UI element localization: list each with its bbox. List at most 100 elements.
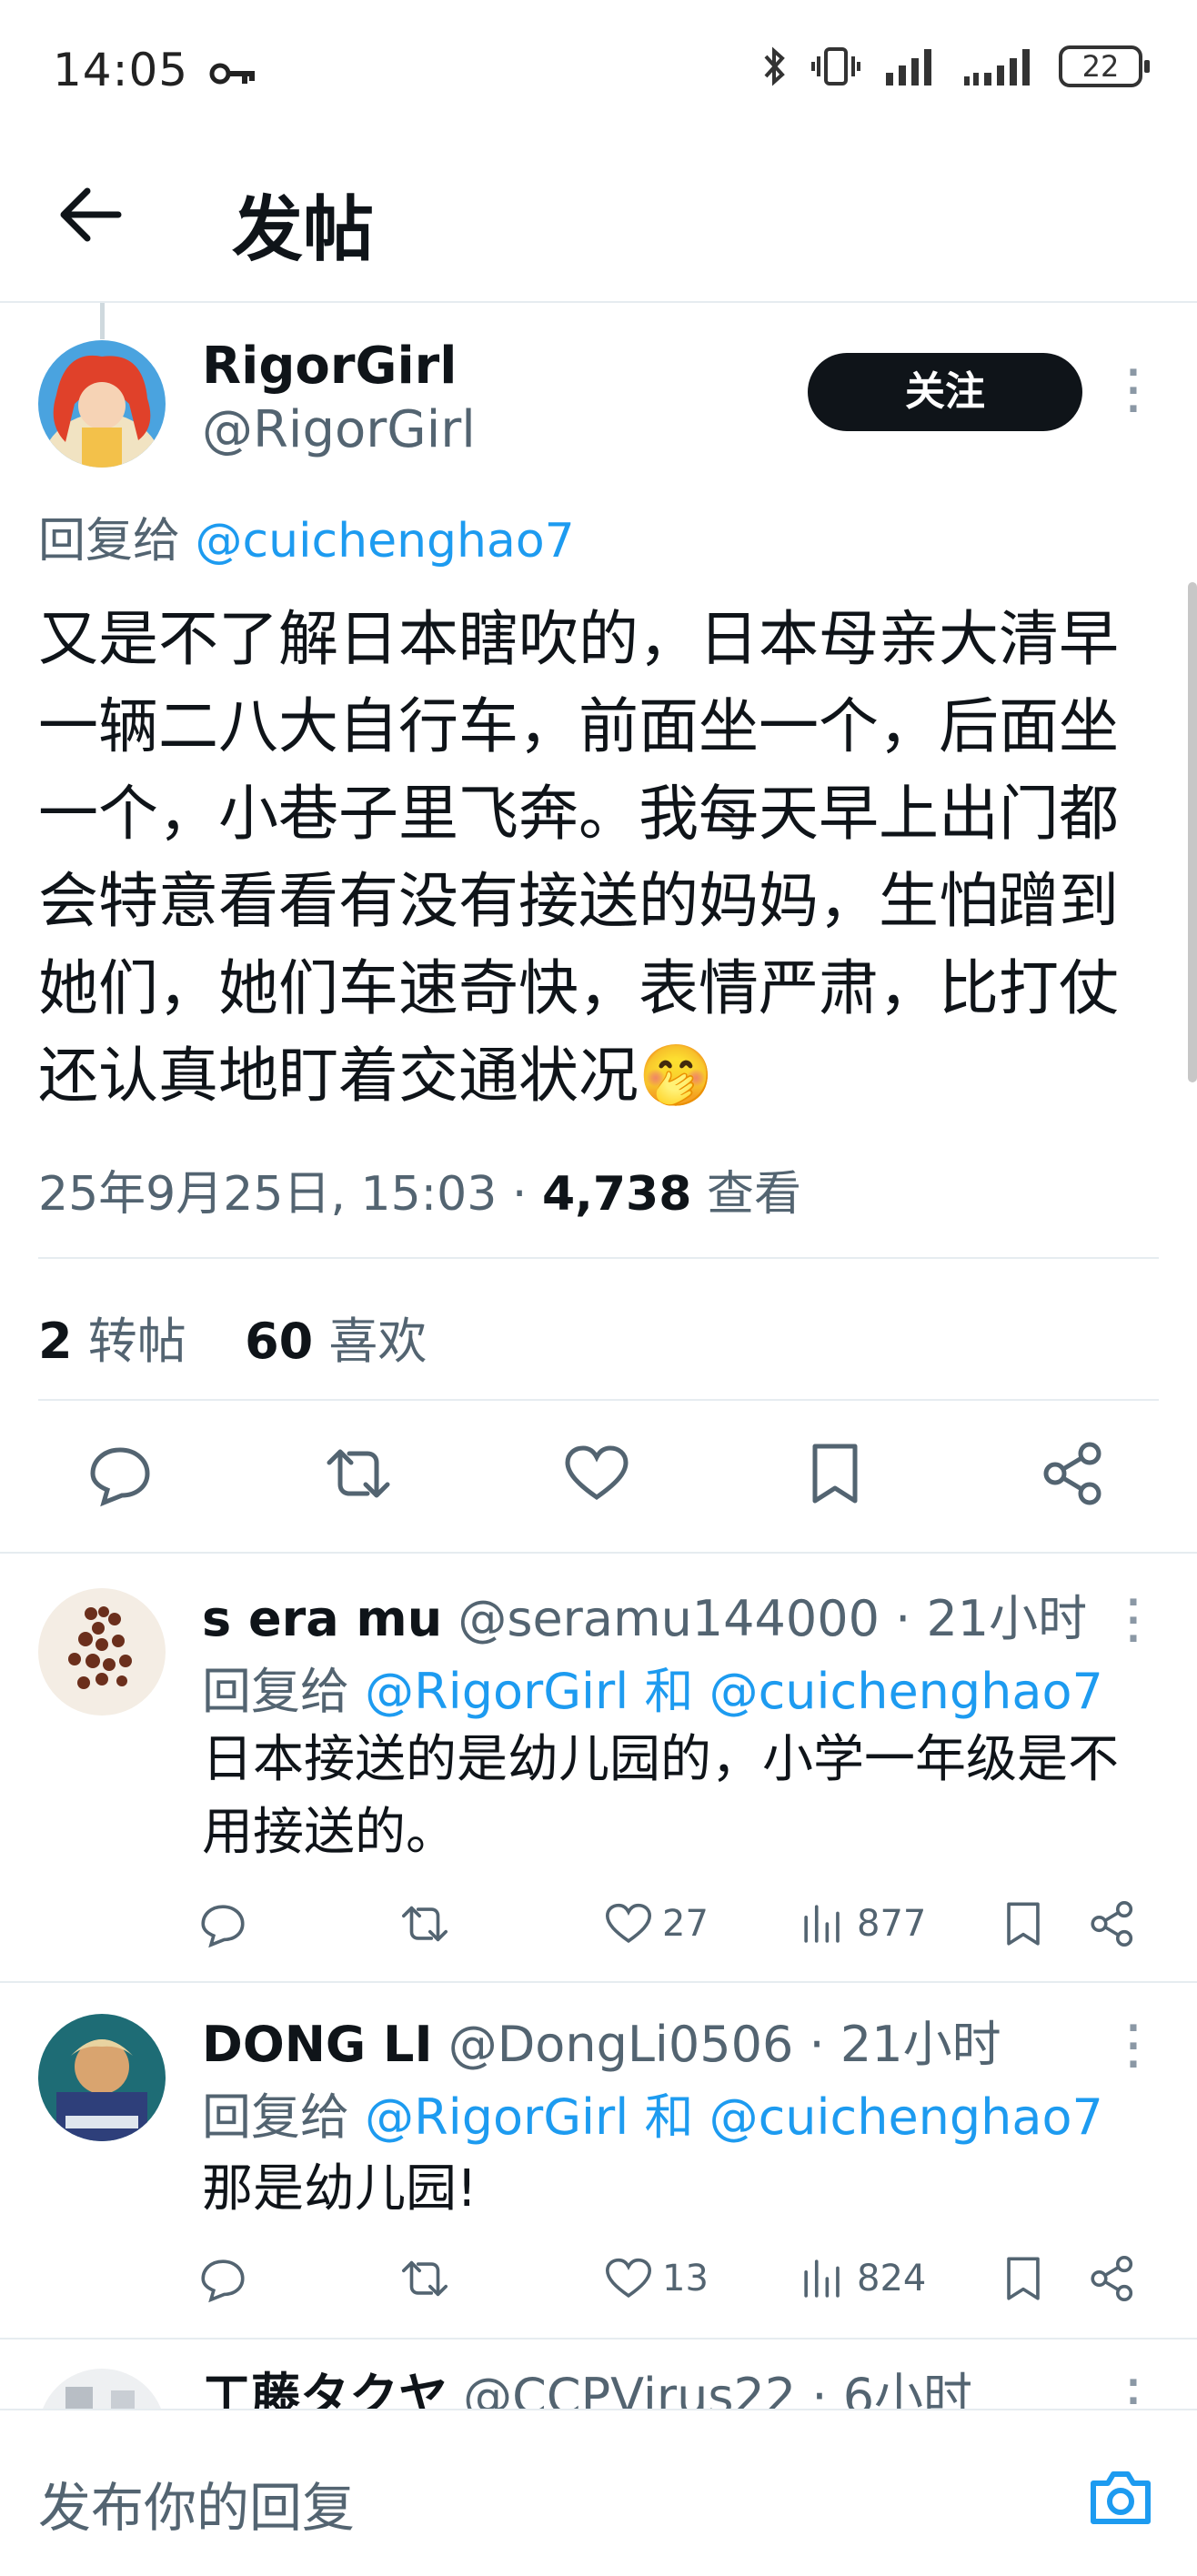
reply-icon [90, 1447, 150, 1507]
mention-link[interactable]: @cuichenghao7 [196, 514, 575, 569]
avatar[interactable] [38, 340, 166, 468]
like-icon [605, 2258, 652, 2299]
bookmark-icon [1007, 2257, 1040, 2300]
divider [0, 1552, 1197, 1554]
retweet-icon [401, 2260, 448, 2297]
views-icon [804, 2259, 840, 2298]
kebab-icon[interactable]: ··· [1122, 355, 1144, 428]
bookmark-button[interactable] [799, 1437, 871, 1510]
reply-button[interactable] [196, 1897, 249, 1950]
avatar[interactable] [38, 2014, 166, 2141]
divider [0, 2338, 1197, 2340]
reply-to: 回复给 @RigorGirl 和 @cuichenghao7 [202, 1651, 1103, 1723]
post-action-bar [0, 1437, 1197, 1510]
retweets-label[interactable]: 转帖 [88, 1313, 186, 1370]
mention-link[interactable]: @RigorGirl [365, 2088, 629, 2146]
reply-action-bar: 27 877 [0, 1897, 1197, 1952]
reply-text: 日本接送的是幼儿园的，小学一年级是不用接送的。 [202, 1730, 1119, 1862]
reply-to-prefix: 回复给 [202, 2088, 349, 2146]
divider [0, 1981, 1197, 1983]
reply-text: 那是幼儿园! [202, 2159, 478, 2219]
views-icon [804, 1905, 840, 1943]
bookmark-button[interactable] [997, 2252, 1050, 2305]
page-title: 发帖 [232, 189, 375, 271]
retweet-button[interactable] [398, 2252, 451, 2305]
views-button[interactable]: 824 [797, 2252, 926, 2305]
reply-handle[interactable]: @DongLi0506 [448, 2016, 794, 2073]
share-button[interactable] [1086, 1897, 1139, 1950]
like-button[interactable] [560, 1437, 633, 1510]
divider [38, 1399, 1159, 1401]
views-count: 877 [857, 1903, 927, 1945]
status-time: 14:05 [53, 44, 256, 96]
reply-button[interactable] [84, 1437, 156, 1510]
reply-button[interactable] [196, 2252, 249, 2305]
like-button[interactable]: 27 [602, 1897, 709, 1950]
reply-header: s era mu @seramu144000 · 21小时 [202, 1578, 1087, 1650]
back-arrow-icon [60, 187, 122, 242]
kebab-icon[interactable]: ··· [1122, 1585, 1144, 1657]
reply-input[interactable]: 发布你的回复 [38, 2465, 355, 2541]
bookmark-icon [1007, 1902, 1040, 1946]
post-display-name[interactable]: RigorGirl [202, 337, 457, 396]
share-button[interactable] [1086, 2252, 1139, 2305]
vibrate-icon [811, 47, 860, 86]
reply-icon [201, 1905, 245, 1948]
retweet-button[interactable] [398, 1897, 451, 1950]
share-icon [1043, 1442, 1101, 1505]
reply-to-prefix: 回复给 [38, 514, 181, 569]
like-icon [565, 1445, 629, 1501]
status-icons: 22 [762, 45, 1150, 87]
reply-icon [201, 2259, 245, 2303]
retweet-button[interactable] [322, 1437, 395, 1510]
reply-time: · 21小时 [895, 1590, 1088, 1647]
like-button[interactable]: 13 [602, 2252, 709, 2305]
post-stats: 2 转帖 60 喜欢 [38, 1301, 427, 1373]
like-icon [605, 1903, 652, 1944]
views-button[interactable]: 877 [797, 1897, 926, 1950]
battery-indicator: 22 [1059, 45, 1150, 87]
reply-handle[interactable]: @seramu144000 [458, 1590, 880, 1647]
divider [38, 1257, 1159, 1259]
camera-button[interactable] [1084, 2461, 1157, 2534]
reply-header: DONG LI @DongLi0506 · 21小时 [202, 2004, 1001, 2076]
camera-icon [1091, 2471, 1151, 2524]
likes-label[interactable]: 喜欢 [328, 1313, 427, 1370]
reply-action-bar: 13 824 [0, 2252, 1197, 2307]
reply-time: · 21小时 [809, 2016, 1001, 2073]
reply-display-name[interactable]: DONG LI [202, 2016, 433, 2073]
follow-button[interactable]: 关注 [808, 353, 1082, 431]
like-count: 13 [662, 2258, 709, 2299]
reply-to-prefix: 回复给 [202, 1663, 349, 1720]
retweet-icon [401, 1906, 448, 1942]
reply-to-conj: 和 [644, 2088, 694, 2146]
reply-to: 回复给 @RigorGirl 和 @cuichenghao7 [202, 2077, 1103, 2148]
likes-count[interactable]: 60 [245, 1313, 313, 1370]
views-count: 4,738 [541, 1167, 692, 1222]
bookmark-icon [812, 1444, 858, 1504]
kebab-icon[interactable]: ··· [1122, 2010, 1144, 2083]
post-timestamp: 25年9月25日, 15:03 · [38, 1167, 542, 1222]
share-button[interactable] [1037, 1437, 1110, 1510]
post-meta: 25年9月25日, 15:03 · 4,738 查看 [38, 1155, 801, 1223]
reply-display-name[interactable]: s era mu [202, 1590, 442, 1647]
mention-link[interactable]: @cuichenghao7 [709, 1663, 1103, 1720]
share-icon [1091, 1900, 1133, 1947]
back-button[interactable] [55, 178, 127, 251]
thread-line [100, 303, 105, 339]
mention-link[interactable]: @RigorGirl [365, 1663, 629, 1720]
retweet-icon [327, 1449, 390, 1498]
reply-to-conj: 和 [644, 1663, 694, 1720]
bookmark-button[interactable] [997, 1897, 1050, 1950]
retweets-count[interactable]: 2 [38, 1313, 73, 1370]
bluetooth-icon [764, 46, 785, 86]
reply-to: 回复给 @cuichenghao7 [38, 502, 575, 570]
share-icon [1091, 2255, 1133, 2302]
post-text: 又是不了解日本瞎吹的，日本母亲大清早一辆二八大自行车，前面坐一个，后面坐一个，小… [38, 604, 1119, 1111]
mention-link[interactable]: @cuichenghao7 [709, 2088, 1103, 2146]
scrollbar[interactable] [1188, 582, 1197, 1082]
avatar[interactable] [38, 1588, 166, 1716]
post-handle[interactable]: @RigorGirl [202, 400, 476, 459]
views-count: 824 [857, 2258, 927, 2299]
views-label: 查看 [706, 1167, 801, 1222]
